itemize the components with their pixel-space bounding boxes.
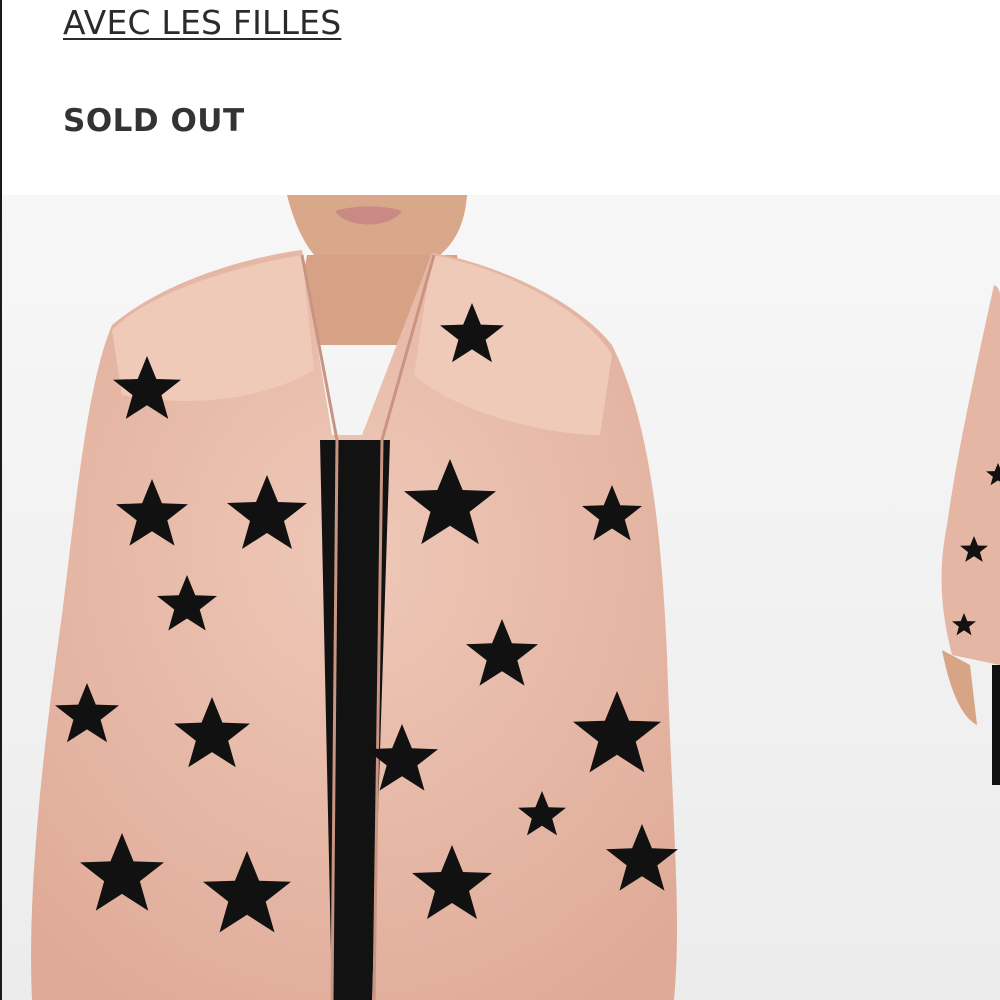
preview-legs bbox=[992, 665, 1000, 785]
sold-out-label: SOLD OUT bbox=[63, 103, 245, 139]
brand-link[interactable]: AVEC LES FILLES bbox=[63, 3, 341, 42]
product-photo[interactable] bbox=[2, 195, 1000, 1000]
product-image-gallery[interactable] bbox=[0, 195, 1000, 1000]
